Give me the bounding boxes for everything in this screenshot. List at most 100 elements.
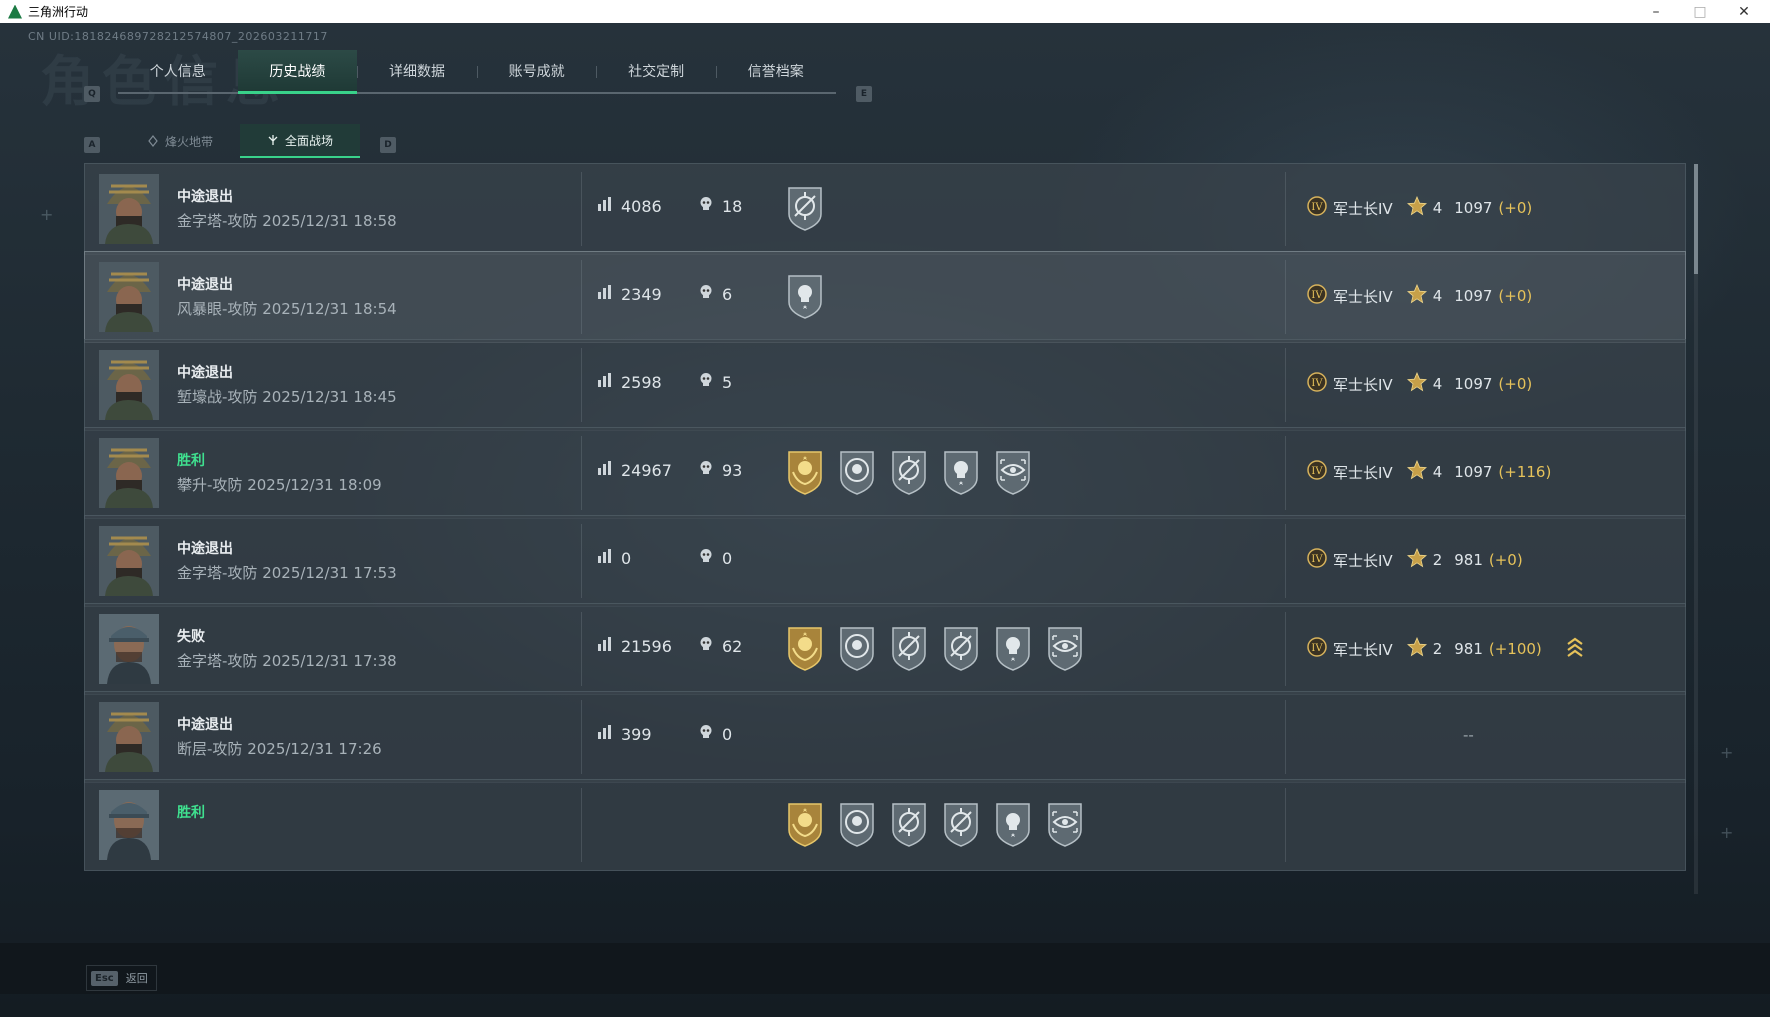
star-count: 4 xyxy=(1432,463,1443,481)
rank-info: IV 军士长IV 4 1097 (+116) xyxy=(1307,459,1552,484)
match-row[interactable]: 失败 金字塔-攻防 2025/12/31 17:38 21596 62 IV 军士长IV 2… xyxy=(84,603,1686,695)
decor-plus-icon: + xyxy=(1720,823,1734,842)
rank-delta: (+116) xyxy=(1498,463,1552,481)
star-icon xyxy=(1406,283,1427,308)
skull-ring-medal-icon[interactable] xyxy=(837,624,877,672)
eye-target-medal-icon[interactable] xyxy=(1045,624,1085,672)
divider xyxy=(581,172,582,246)
back-button[interactable]: Esc 返回 xyxy=(86,965,157,991)
star-count: 2 xyxy=(1432,551,1443,569)
skull-ring-medal-icon[interactable] xyxy=(837,448,877,496)
match-meta: 堑壕战-攻防 2025/12/31 18:45 xyxy=(177,386,397,407)
crosshair-medal-icon[interactable] xyxy=(889,448,929,496)
skull-icon xyxy=(698,460,714,480)
divider xyxy=(1285,524,1286,598)
match-meta: 断层-攻防 2025/12/31 17:26 xyxy=(177,738,382,759)
skull-ring-medal-icon[interactable] xyxy=(837,800,877,848)
match-time: 2025/12/31 18:45 xyxy=(262,388,397,406)
crosshair-medal-icon[interactable] xyxy=(941,624,981,672)
skull-star-medal-icon[interactable] xyxy=(993,800,1033,848)
score-icon xyxy=(597,460,613,480)
match-row[interactable]: 中途退出 堑壕战-攻防 2025/12/31 18:45 2598 5 IV 军士长IV 4… xyxy=(84,339,1686,431)
skull-icon xyxy=(698,372,714,392)
crosshair-medal-icon[interactable] xyxy=(785,184,825,232)
match-row[interactable]: 胜利 攀升-攻防 2025/12/31 18:09 24967 93 IV 军士长IV 4 1… xyxy=(84,427,1686,519)
rank-points: 981 xyxy=(1454,551,1483,569)
eye-target-medal-icon[interactable] xyxy=(1045,800,1085,848)
tab-1[interactable]: 历史战绩 xyxy=(237,50,358,94)
match-result: 中途退出 xyxy=(177,277,233,293)
score-icon xyxy=(597,196,613,216)
medal-list xyxy=(785,184,825,232)
rank-points: 1097 xyxy=(1454,463,1493,481)
subtab-warzone[interactable]: 烽火地带 xyxy=(120,124,240,158)
prev-tab-key[interactable]: Q xyxy=(84,86,100,102)
eye-target-medal-icon[interactable] xyxy=(993,448,1033,496)
match-history-list[interactable]: 中途退出 金字塔-攻防 2025/12/31 18:58 4086 18 IV 军士长IV… xyxy=(84,163,1686,893)
tab-label: 账号成就 xyxy=(508,64,565,80)
tab-5[interactable]: 信誉档案 xyxy=(715,50,836,92)
tab-2[interactable]: 详细数据 xyxy=(357,50,477,92)
rank-name: 军士长IV xyxy=(1333,375,1393,394)
maximize-button[interactable]: □ xyxy=(1678,0,1722,23)
rank-delta: (+0) xyxy=(1498,287,1533,305)
kills-value: 18 xyxy=(722,196,743,216)
rank-info: IV 军士长IV 4 1097 (+0) xyxy=(1307,195,1532,220)
divider xyxy=(1285,260,1286,334)
kills-stat: 62 xyxy=(698,636,742,656)
skull-icon xyxy=(698,724,714,744)
tab-3[interactable]: 账号成就 xyxy=(476,50,597,92)
match-meta: 攀升-攻防 2025/12/31 18:09 xyxy=(177,474,382,495)
skull-star-medal-icon[interactable] xyxy=(941,448,981,496)
subtab-label: 全面战场 xyxy=(284,133,333,148)
medal-list xyxy=(785,448,1033,496)
kills-value: 62 xyxy=(722,636,743,656)
bottom-bar xyxy=(0,943,1770,994)
star-count: 2 xyxy=(1432,640,1443,658)
rank-points: 1097 xyxy=(1454,287,1493,305)
star-count: 4 xyxy=(1432,375,1443,393)
match-row[interactable]: 中途退出 金字塔-攻防 2025/12/31 18:58 4086 18 IV 军士长IV… xyxy=(84,163,1686,255)
skull-star-medal-icon[interactable] xyxy=(993,624,1033,672)
crosshair-medal-icon[interactable] xyxy=(941,800,981,848)
tab-4[interactable]: 社交定制 xyxy=(596,50,716,92)
rank-info: IV 军士长IV 2 981 (+100) xyxy=(1307,636,1584,662)
prev-subtab-key[interactable]: A xyxy=(84,137,100,153)
minimize-button[interactable]: – xyxy=(1634,0,1678,23)
score-stat: 4086 xyxy=(597,196,662,216)
svg-text:IV: IV xyxy=(1311,290,1323,301)
star-count: 4 xyxy=(1432,199,1443,217)
rank-delta: (+0) xyxy=(1498,375,1533,393)
next-tab-key[interactable]: E xyxy=(856,86,872,102)
star-icon xyxy=(1406,636,1427,661)
svg-text:IV: IV xyxy=(1311,466,1323,477)
match-result: 中途退出 xyxy=(177,189,233,205)
subtab-battlefield[interactable]: 全面战场 xyxy=(240,124,360,158)
divider xyxy=(581,260,582,334)
divider xyxy=(1285,172,1286,246)
skull-star-medal-icon[interactable] xyxy=(785,272,825,320)
gold-wreath-medal-icon[interactable] xyxy=(785,800,825,848)
scrollbar-thumb[interactable] xyxy=(1694,164,1698,274)
match-row[interactable]: 胜利 xyxy=(84,779,1686,871)
gold-wreath-medal-icon[interactable] xyxy=(785,448,825,496)
match-row[interactable]: 中途退出 断层-攻防 2025/12/31 17:26 399 0 -- xyxy=(84,691,1686,783)
crosshair-medal-icon[interactable] xyxy=(889,624,929,672)
rank-delta: (+0) xyxy=(1488,551,1523,569)
gold-wreath-medal-icon[interactable] xyxy=(785,624,825,672)
kills-stat: 6 xyxy=(698,284,732,304)
rank-name: 军士长IV xyxy=(1333,287,1393,306)
tab-0[interactable]: 个人信息 xyxy=(118,50,238,92)
match-row[interactable]: 中途退出 风暴眼-攻防 2025/12/31 18:54 2349 6 IV 军士长IV 4… xyxy=(84,251,1686,343)
match-row[interactable]: 中途退出 金字塔-攻防 2025/12/31 17:53 0 0 IV 军士长IV 2 981… xyxy=(84,515,1686,607)
close-button[interactable]: ✕ xyxy=(1722,0,1766,23)
svg-text:IV: IV xyxy=(1311,202,1323,213)
warzone-icon xyxy=(148,135,158,147)
app-logo-icon xyxy=(8,4,22,19)
medal-list xyxy=(785,800,1085,848)
next-subtab-key[interactable]: D xyxy=(380,137,396,153)
skull-icon xyxy=(698,548,714,568)
operator-avatar xyxy=(99,790,159,860)
skull-icon xyxy=(698,196,714,216)
crosshair-medal-icon[interactable] xyxy=(889,800,929,848)
